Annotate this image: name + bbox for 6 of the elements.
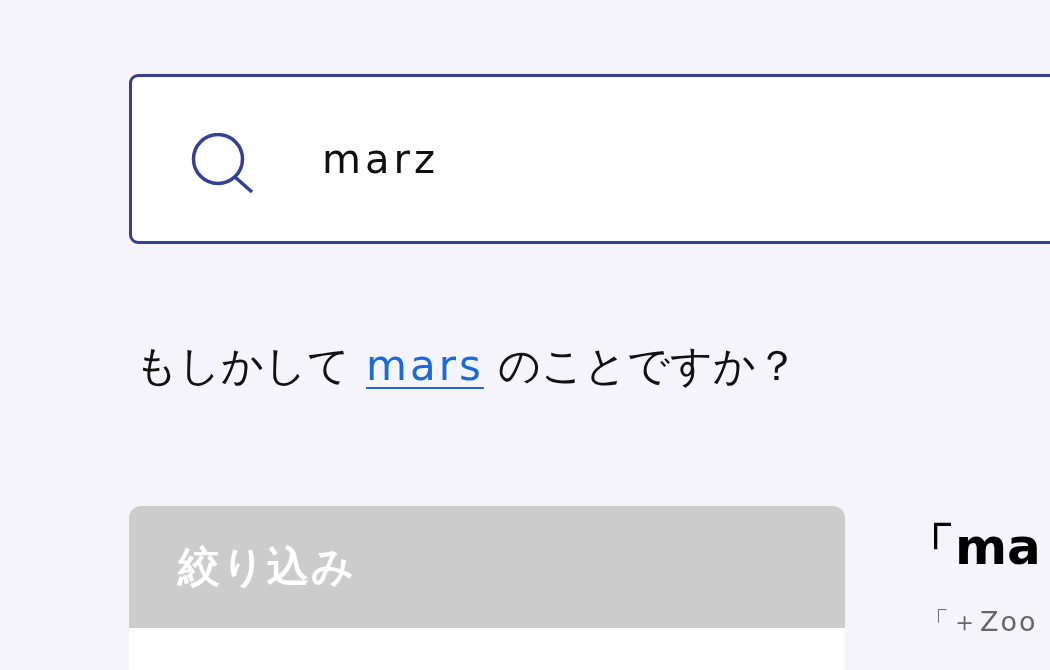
suggestion-link[interactable]: mars xyxy=(366,341,484,390)
search-field[interactable]: marz xyxy=(129,74,1050,244)
search-icon xyxy=(190,133,254,193)
results-subheading: 「＋Zoo xyxy=(922,605,1038,639)
suggestion-text: もしかして mars のことですか？ xyxy=(135,340,798,392)
results-heading: 「ma xyxy=(905,517,1041,578)
